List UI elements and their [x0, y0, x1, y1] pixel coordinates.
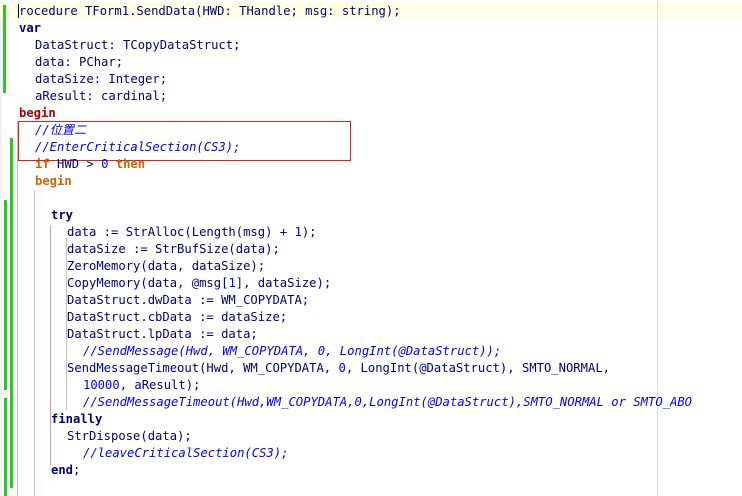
- code-token: ;: [73, 463, 81, 477]
- change-marker: [4, 200, 7, 390]
- code-token: ], dataSize);: [235, 276, 332, 290]
- code-line[interactable]: DataStruct.dwData := WM_COPYDATA;: [67, 292, 309, 309]
- text-caret: [18, 4, 19, 18]
- code-token: 0: [338, 361, 346, 375]
- code-token: , aResult);: [119, 378, 201, 392]
- code-line[interactable]: if HWD > 0 then: [35, 156, 145, 173]
- code-line[interactable]: DataStruct: TCopyDataStruct;: [35, 37, 240, 54]
- code-line[interactable]: DataStruct.cbData := dataSize;: [67, 309, 287, 326]
- code-token: CopyMemory(data, @msg[: [67, 276, 229, 290]
- code-token: ZeroMemory(data, dataSize);: [67, 259, 266, 273]
- code-line[interactable]: 10000, aResult);: [83, 377, 200, 394]
- code-line[interactable]: end;: [51, 462, 80, 479]
- change-marker: [4, 398, 7, 496]
- code-token: begin: [19, 106, 56, 120]
- block-guide-line: [50, 225, 51, 465]
- code-token: //EnterCriticalSection(CS3);: [35, 140, 241, 154]
- code-token: try: [51, 208, 74, 222]
- code-token: data := StrAlloc(Length(msg) +: [67, 225, 295, 239]
- code-line[interactable]: StrDispose(data);: [67, 428, 192, 445]
- code-token: if: [35, 157, 50, 171]
- code-line[interactable]: try: [51, 207, 73, 224]
- code-token: TForm1.SendData(HWD: THandle; msg: strin…: [85, 4, 401, 18]
- code-line[interactable]: //SendMessageTimeout(Hwd,WM_COPYDATA,0,L…: [83, 394, 692, 411]
- code-token: );: [301, 225, 317, 239]
- code-token: 1: [294, 225, 302, 239]
- code-line[interactable]: begin: [35, 173, 72, 190]
- code-line[interactable]: data: PChar;: [35, 54, 123, 71]
- code-line[interactable]: CopyMemory(data, @msg[1], dataSize);: [67, 275, 331, 292]
- code-token: , LongInt(@DataStruct), SMTO_NORMAL,: [345, 361, 610, 375]
- code-token: dataSize := StrBufSize(data);: [67, 242, 280, 256]
- code-line[interactable]: SendMessageTimeout(Hwd, WM_COPYDATA, 0, …: [67, 360, 610, 377]
- code-token: aResult: cardinal;: [35, 89, 168, 103]
- code-line[interactable]: data := StrAlloc(Length(msg) + 1);: [67, 224, 317, 241]
- code-token: DataStruct.cbData := dataSize;: [67, 310, 288, 324]
- code-line[interactable]: DataStruct.lpData := data;: [67, 326, 258, 343]
- right-margin-line: [657, 0, 658, 496]
- code-line[interactable]: finally: [51, 411, 102, 428]
- code-token: DataStruct.dwData := WM_COPYDATA;: [67, 293, 310, 307]
- code-token: HWD >: [49, 157, 102, 171]
- code-token: dataSize: Integer;: [35, 72, 168, 86]
- code-token: then: [115, 157, 146, 171]
- code-token: //位置二: [35, 123, 87, 137]
- code-line[interactable]: aResult: cardinal;: [35, 88, 167, 105]
- block-guide-line: [34, 190, 35, 496]
- code-token: DataStruct.lpData := data;: [67, 327, 258, 341]
- code-token: 10000: [83, 378, 120, 392]
- code-line[interactable]: dataSize := StrBufSize(data);: [67, 241, 280, 258]
- code-token: //leaveCriticalSection(CS3);: [83, 446, 289, 460]
- code-token: //SendMessage(Hwd, WM_COPYDATA, 0, LongI…: [83, 344, 502, 358]
- change-marker: [3, 5, 6, 93]
- code-line[interactable]: //SendMessage(Hwd, WM_COPYDATA, 0, LongI…: [83, 343, 501, 360]
- code-token: //SendMessageTimeout(Hwd,WM_COPYDATA,0,L…: [83, 395, 693, 409]
- code-token: data: PChar;: [35, 55, 124, 69]
- code-editor[interactable]: rocedure TForm1.SendData(HWD: THandle; m…: [0, 0, 742, 496]
- code-token: rocedure: [19, 4, 86, 18]
- code-line[interactable]: begin: [19, 105, 56, 122]
- code-token: end: [51, 463, 74, 477]
- editor-left-edge: [0, 0, 2, 496]
- code-line[interactable]: rocedure TForm1.SendData(HWD: THandle; m…: [19, 3, 401, 20]
- block-guide-line: [66, 238, 67, 410]
- code-line[interactable]: //leaveCriticalSection(CS3);: [83, 445, 288, 462]
- code-token: finally: [51, 412, 103, 426]
- code-line[interactable]: var: [19, 20, 41, 37]
- code-line[interactable]: //位置二: [35, 122, 86, 139]
- code-token: begin: [35, 174, 72, 188]
- code-token: var: [19, 21, 42, 35]
- code-token: StrDispose(data);: [67, 429, 192, 443]
- block-guide-line: [17, 121, 18, 496]
- code-line[interactable]: dataSize: Integer;: [35, 71, 167, 88]
- code-token: 1: [228, 276, 236, 290]
- code-token: DataStruct: TCopyDataStruct;: [35, 38, 241, 52]
- code-line[interactable]: //EnterCriticalSection(CS3);: [35, 139, 240, 156]
- code-line[interactable]: ZeroMemory(data, dataSize);: [67, 258, 265, 275]
- change-marker: [10, 138, 13, 488]
- code-token: SendMessageTimeout(Hwd, WM_COPYDATA,: [67, 361, 339, 375]
